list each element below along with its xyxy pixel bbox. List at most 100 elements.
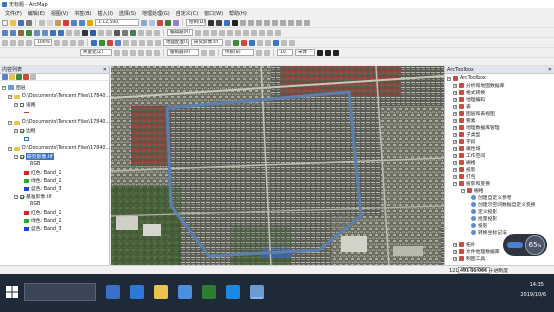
toolbox-item-raster[interactable]: − 栅格 <box>445 187 484 194</box>
tool-item[interactable]: 转换坐标记法 <box>445 229 507 236</box>
table-of-contents-icon[interactable] <box>149 19 155 26</box>
close-icon[interactable]: ✕ <box>548 67 552 73</box>
print-icon[interactable] <box>26 19 32 26</box>
menu-insert[interactable]: 插入(I) <box>95 10 116 17</box>
create-features-icon[interactable] <box>275 29 281 36</box>
list-by-source-icon[interactable] <box>9 74 15 80</box>
arctoolbox-icon[interactable] <box>157 19 163 26</box>
menu-file[interactable]: 文件(F) <box>2 10 25 17</box>
toolbox-item[interactable]: + 图层和表视图 <box>445 110 495 117</box>
point-icon[interactable] <box>235 29 241 36</box>
pan-icon[interactable] <box>18 29 24 36</box>
open-folder-icon[interactable] <box>10 19 16 26</box>
georef-source-icon[interactable] <box>273 39 279 46</box>
expand-icon[interactable]: + <box>453 125 457 130</box>
georef-viewer-icon[interactable] <box>131 39 137 46</box>
edit-annotation-icon[interactable] <box>203 29 209 36</box>
menu-customize[interactable]: 自定义(C) <box>173 10 201 17</box>
attributes-icon[interactable] <box>259 29 265 36</box>
mapping-tool2-icon[interactable] <box>209 49 215 56</box>
collapse-icon[interactable]: − <box>2 85 6 90</box>
network-tool2-icon[interactable] <box>264 49 270 56</box>
toolbox-item[interactable]: + 要素 <box>445 117 476 124</box>
collapse-icon[interactable]: − <box>14 154 18 159</box>
undo-icon[interactable] <box>71 19 77 26</box>
toolbox-item[interactable]: + 地理编码 <box>445 96 485 103</box>
toc-layer-roads[interactable]: − 道路 <box>14 101 36 108</box>
toolbox-item[interactable]: + 子类型 <box>445 131 480 138</box>
layout-view-icon[interactable] <box>280 19 286 26</box>
toolbox-item[interactable]: + 制图工具 <box>445 255 485 262</box>
toolbox-item[interactable]: + 属性域 <box>445 145 480 152</box>
collapse-icon[interactable]: − <box>453 181 457 186</box>
python-icon[interactable] <box>165 19 171 26</box>
toolbox-item[interactable]: + 表 <box>445 103 471 110</box>
vector-generate-icon[interactable] <box>146 49 152 56</box>
expand-icon[interactable]: + <box>453 153 457 158</box>
zoom-out-icon[interactable] <box>10 29 16 36</box>
full-extent-icon[interactable] <box>26 29 32 36</box>
clock-time[interactable]: 14:35 <box>530 282 544 288</box>
focus-data-frame-icon[interactable] <box>62 39 68 46</box>
italic-icon[interactable] <box>325 49 331 56</box>
cut-icon[interactable] <box>39 19 45 26</box>
visibility-checkbox[interactable] <box>20 102 24 107</box>
editor-dropdown[interactable]: 编辑器(R) <box>167 29 193 36</box>
underline-icon[interactable] <box>333 49 339 56</box>
toc-layer-boundary[interactable]: − 边框 <box>14 127 36 134</box>
map-scale-select[interactable]: 1:12,500 <box>95 19 139 26</box>
toc-folder-3[interactable]: − D:\Documents\Tencent Files\17840… <box>8 145 110 152</box>
fixed-zoom-in-icon[interactable] <box>34 29 40 36</box>
georef-scale-icon[interactable] <box>123 39 129 46</box>
collapse-icon[interactable]: − <box>461 188 465 193</box>
collapse-icon[interactable]: − <box>8 94 12 99</box>
collapse-icon[interactable]: − <box>447 76 451 81</box>
georef-rotate-icon[interactable] <box>115 39 121 46</box>
georef-options-icon[interactable] <box>265 39 271 46</box>
collapse-icon[interactable]: − <box>14 194 18 199</box>
expand-icon[interactable]: + <box>453 132 457 137</box>
vector-clean-icon[interactable] <box>154 49 160 56</box>
time-slider-icon[interactable] <box>146 29 152 36</box>
georef-shift-icon[interactable] <box>107 39 113 46</box>
menu-geoprocessing[interactable]: 地理处理(G) <box>139 10 173 17</box>
georef-inverse-icon[interactable] <box>147 39 153 46</box>
toolbox-item[interactable]: + 格式转换 <box>445 89 485 96</box>
arctoolbox-root[interactable]: − ArcToolbox <box>445 75 486 82</box>
mapping-dropdown[interactable]: 缓制器(R) <box>167 49 199 56</box>
expand-icon[interactable]: + <box>453 139 457 144</box>
network-tool-icon[interactable] <box>256 49 262 56</box>
toolbox-item[interactable]: + 工作空间 <box>445 152 485 159</box>
zoom-in-icon[interactable] <box>2 29 8 36</box>
create-viewer-icon[interactable] <box>154 29 160 36</box>
rotate-edit-icon[interactable] <box>251 29 257 36</box>
toolbox-item[interactable]: + 地理数据库管理 <box>445 124 500 131</box>
toolbox-item[interactable]: + 字段 <box>445 138 476 145</box>
sketch-properties-icon[interactable] <box>267 29 273 36</box>
toolbox-item[interactable]: + 栅格 <box>445 159 476 166</box>
endpoint-arc-icon[interactable] <box>219 29 225 36</box>
taskbar-search-box[interactable] <box>24 283 96 301</box>
wechat-icon[interactable] <box>202 285 216 299</box>
redo-icon[interactable] <box>79 19 85 26</box>
bold-icon[interactable] <box>317 49 323 56</box>
expand-icon[interactable]: + <box>453 104 457 109</box>
vectorization-dropdown[interactable]: 失量化(Z) <box>80 49 112 56</box>
font-size-select[interactable]: 10 <box>277 49 293 56</box>
select-features-icon[interactable] <box>66 29 72 36</box>
toc-layer-study-image[interactable]: − 研究影像.tif <box>14 153 54 160</box>
toc-layer-base-image[interactable]: − 基准影像.tif <box>14 193 52 200</box>
visibility-checkbox[interactable] <box>20 194 24 199</box>
data-view-icon[interactable] <box>288 19 294 26</box>
copy-icon[interactable] <box>47 19 53 26</box>
add-data-icon[interactable] <box>87 19 93 26</box>
pause-drawing-icon[interactable] <box>304 19 310 26</box>
georef-reset-icon[interactable] <box>289 39 295 46</box>
expand-icon[interactable]: + <box>453 97 457 102</box>
rotate-icon[interactable] <box>216 19 222 26</box>
menu-help[interactable]: 帮助(H) <box>226 10 250 17</box>
menu-selection[interactable]: 选择(S) <box>116 10 139 17</box>
georef-layer-select[interactable]: 研究影像.tif <box>191 39 223 46</box>
menu-view[interactable]: 视图(V) <box>48 10 71 17</box>
georef-dropdown[interactable]: 地理配准(G) <box>163 39 189 46</box>
